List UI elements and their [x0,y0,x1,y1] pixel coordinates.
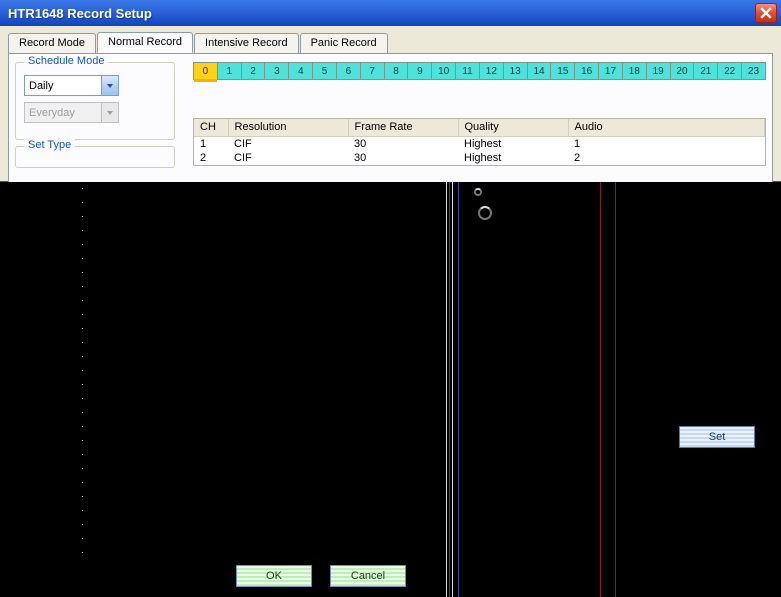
hour-cell-17[interactable]: 17 [599,63,623,79]
left-column: Schedule Mode Daily Everyday Set Type [15,62,175,187]
title-bar: HTR1648 Record Setup [0,0,781,26]
cell-frame_rate: 30 [348,136,458,151]
col-header-resolution[interactable]: Resolution [228,119,348,136]
tab-strip: Record Mode Normal Record Intensive Reco… [8,32,773,53]
tab-normal-record[interactable]: Normal Record [97,32,193,53]
col-header-frame-rate[interactable]: Frame Rate [348,119,458,136]
hour-cell-5[interactable]: 5 [313,63,337,79]
corrupted-region: Set OK Cancel [0,182,781,597]
hour-cell-6[interactable]: 6 [337,63,361,79]
channel-table-wrapper: CH Resolution Frame Rate Quality Audio 1… [193,118,766,166]
group-schedule-mode-legend: Schedule Mode [24,55,108,67]
set-button[interactable]: Set [679,426,755,448]
dialog-body: Record Mode Normal Record Intensive Reco… [0,26,781,182]
table-row[interactable]: 1CIF30Highest1 [194,136,765,151]
artifact-line [452,182,453,597]
spinner-icon [474,188,482,196]
chevron-down-icon [101,76,118,95]
hour-cell-20[interactable]: 20 [671,63,695,79]
artifact-line [600,182,601,597]
cell-resolution: CIF [228,151,348,165]
right-column: 01234567891011121314151617181920212223 C… [175,62,766,187]
hour-cell-2[interactable]: 2 [242,63,266,79]
spinner-icon [478,206,492,220]
table-row[interactable]: 2CIF30Highest2 [194,151,765,165]
schedule-mode-primary-select[interactable]: Daily [24,75,119,96]
cell-frame_rate: 30 [348,151,458,165]
hour-cell-0[interactable]: 0 [194,63,218,79]
col-header-ch[interactable]: CH [194,119,228,136]
group-set-type: Set Type [15,146,175,168]
tab-intensive-record[interactable]: Intensive Record [194,33,299,54]
hour-cell-8[interactable]: 8 [385,63,409,79]
cell-audio: 2 [568,151,765,165]
col-header-quality[interactable]: Quality [458,119,568,136]
schedule-mode-secondary-select: Everyday [24,102,119,123]
artifact-line [449,182,450,597]
hour-cell-19[interactable]: 19 [647,63,671,79]
hour-cell-23[interactable]: 23 [742,63,765,79]
hour-cell-4[interactable]: 4 [289,63,313,79]
cell-quality: Highest [458,136,568,151]
hour-cell-9[interactable]: 9 [408,63,432,79]
artifact-line [615,182,616,597]
artifact-speckle [82,188,83,557]
cell-ch: 2 [194,151,228,165]
cell-ch: 1 [194,136,228,151]
cell-audio: 1 [568,136,765,151]
hour-cell-16[interactable]: 16 [575,63,599,79]
hour-cell-3[interactable]: 3 [265,63,289,79]
close-icon [760,7,772,19]
ok-button[interactable]: OK [236,565,312,587]
channel-table: CH Resolution Frame Rate Quality Audio 1… [194,119,765,165]
chevron-down-icon [101,103,118,122]
hour-cell-7[interactable]: 7 [361,63,385,79]
tab-record-mode[interactable]: Record Mode [8,33,96,54]
hour-cell-10[interactable]: 10 [432,63,456,79]
cell-quality: Highest [458,151,568,165]
cancel-button[interactable]: Cancel [330,565,406,587]
hour-cell-12[interactable]: 12 [480,63,504,79]
group-set-type-legend: Set Type [24,139,75,151]
hour-cell-14[interactable]: 14 [528,63,552,79]
group-schedule-mode: Schedule Mode Daily Everyday [15,62,175,140]
hour-cell-13[interactable]: 13 [504,63,528,79]
col-header-audio[interactable]: Audio [568,119,765,136]
hour-cell-15[interactable]: 15 [551,63,575,79]
hour-cell-18[interactable]: 18 [623,63,647,79]
window-title: HTR1648 Record Setup [8,6,152,21]
artifact-line [446,182,447,597]
close-button[interactable] [755,3,777,23]
hour-cell-11[interactable]: 11 [456,63,480,79]
hour-cell-1[interactable]: 1 [218,63,242,79]
cell-resolution: CIF [228,136,348,151]
table-header-row: CH Resolution Frame Rate Quality Audio [194,119,765,136]
schedule-mode-primary-value: Daily [29,80,53,92]
hour-cell-21[interactable]: 21 [694,63,718,79]
schedule-mode-secondary-value: Everyday [29,107,75,119]
artifact-line [458,182,459,597]
hour-cell-22[interactable]: 22 [718,63,742,79]
hour-bar: 01234567891011121314151617181920212223 [193,62,766,80]
tab-panel-normal-record: Schedule Mode Daily Everyday Set Type [8,53,773,188]
tab-panic-record[interactable]: Panic Record [300,33,388,54]
